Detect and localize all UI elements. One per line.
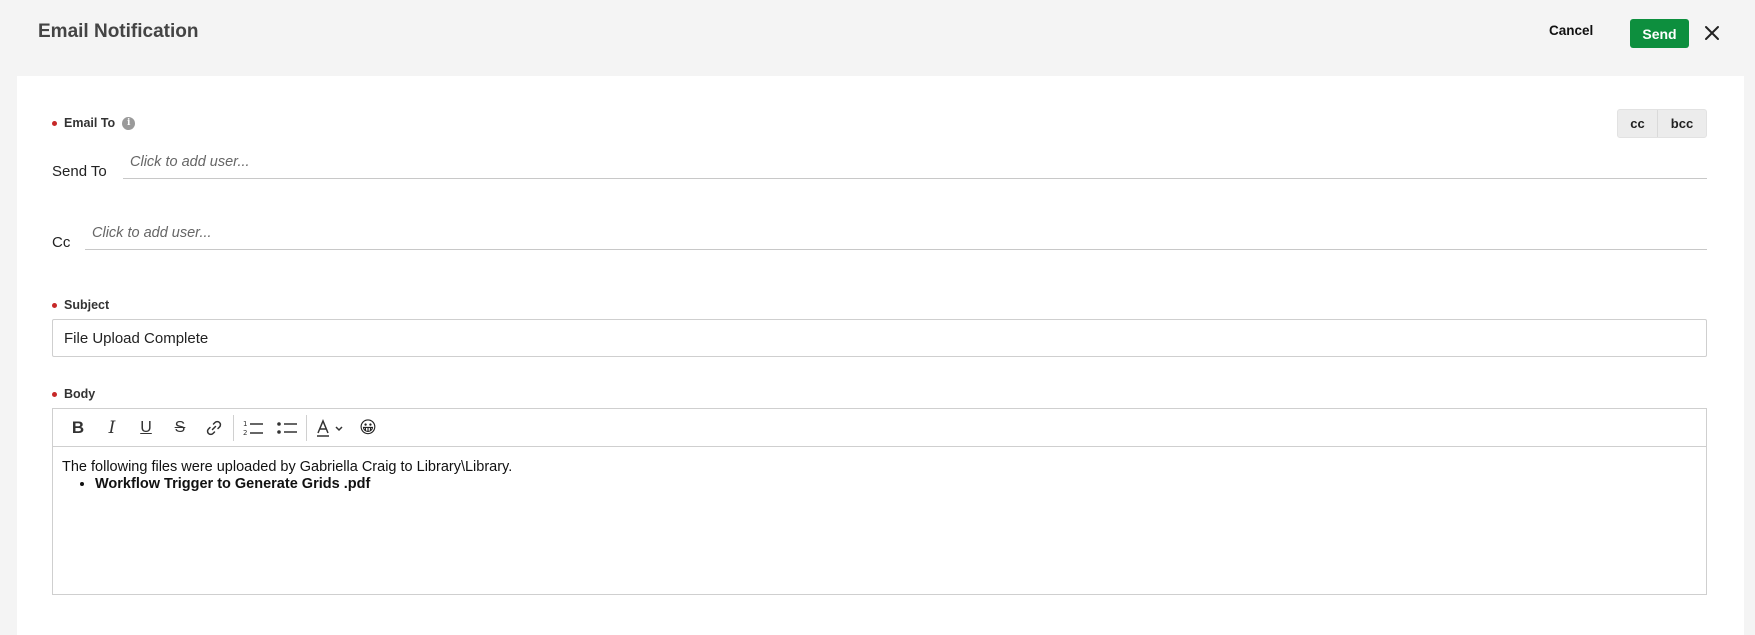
italic-icon: I	[108, 417, 116, 438]
ordered-list-icon: 1 2	[243, 420, 263, 437]
strikethrough-icon: S	[174, 418, 186, 436]
close-icon[interactable]	[1703, 24, 1721, 42]
cancel-button[interactable]: Cancel	[1549, 23, 1593, 38]
body-paragraph: The following files were uploaded by Gab…	[62, 459, 513, 475]
emoji-icon: 😀	[359, 417, 377, 437]
editor-toolbar: B I U S 1 2 😀	[53, 409, 1706, 447]
body-content[interactable]: The following files were uploaded by Gab…	[53, 447, 1706, 505]
subject-label: Subject	[52, 298, 109, 312]
cc-toggle-button[interactable]: cc	[1618, 110, 1658, 137]
email-to-label-text: Email To	[64, 116, 116, 130]
required-indicator	[52, 391, 57, 397]
file-list: Workflow Trigger to Generate Grids .pdf	[62, 476, 1697, 493]
required-indicator	[52, 120, 57, 126]
bullet-list-button[interactable]	[270, 413, 304, 443]
body-label-text: Body	[64, 387, 96, 401]
send-to-input[interactable]: Click to add user...	[123, 149, 1707, 179]
svg-text:1: 1	[243, 420, 247, 428]
font-color-button[interactable]	[309, 413, 351, 443]
bold-button[interactable]: B	[61, 413, 95, 443]
toolbar-divider	[306, 414, 307, 441]
link-button[interactable]	[197, 413, 231, 443]
send-to-label: Send To	[52, 163, 107, 180]
underline-icon: U	[140, 418, 152, 436]
required-indicator	[52, 302, 57, 308]
italic-button[interactable]: I	[95, 413, 129, 443]
strikethrough-button[interactable]: S	[163, 413, 197, 443]
cc-label: Cc	[52, 234, 71, 251]
info-icon[interactable]: i	[122, 116, 136, 130]
link-icon	[206, 420, 222, 435]
bullet-list-icon	[277, 421, 297, 434]
bold-icon: B	[71, 417, 85, 437]
dialog-header: Email Notification Cancel Send	[0, 0, 1755, 68]
subject-label-text: Subject	[64, 298, 110, 312]
font-color-icon	[317, 418, 343, 437]
bcc-toggle-button[interactable]: bcc	[1658, 110, 1706, 137]
toolbar-divider	[233, 414, 234, 441]
ordered-list-button[interactable]: 1 2	[236, 413, 270, 443]
emoji-button[interactable]: 😀	[351, 413, 385, 443]
underline-button[interactable]: U	[129, 413, 163, 443]
body-editor: B I U S 1 2 😀 The following files were u…	[52, 408, 1707, 595]
subject-input[interactable]: File Upload Complete	[52, 319, 1707, 357]
file-list-item: Workflow Trigger to Generate Grids .pdf	[95, 476, 1697, 493]
cc-bcc-toggle-group: cc bcc	[1617, 109, 1707, 138]
send-button[interactable]: Send	[1630, 19, 1689, 48]
email-to-label: Email To i	[52, 116, 136, 130]
svg-text:2: 2	[243, 429, 247, 437]
cc-input[interactable]: Click to add user...	[85, 220, 1707, 250]
dialog-title: Email Notification	[38, 21, 199, 42]
body-label: Body	[52, 387, 95, 401]
